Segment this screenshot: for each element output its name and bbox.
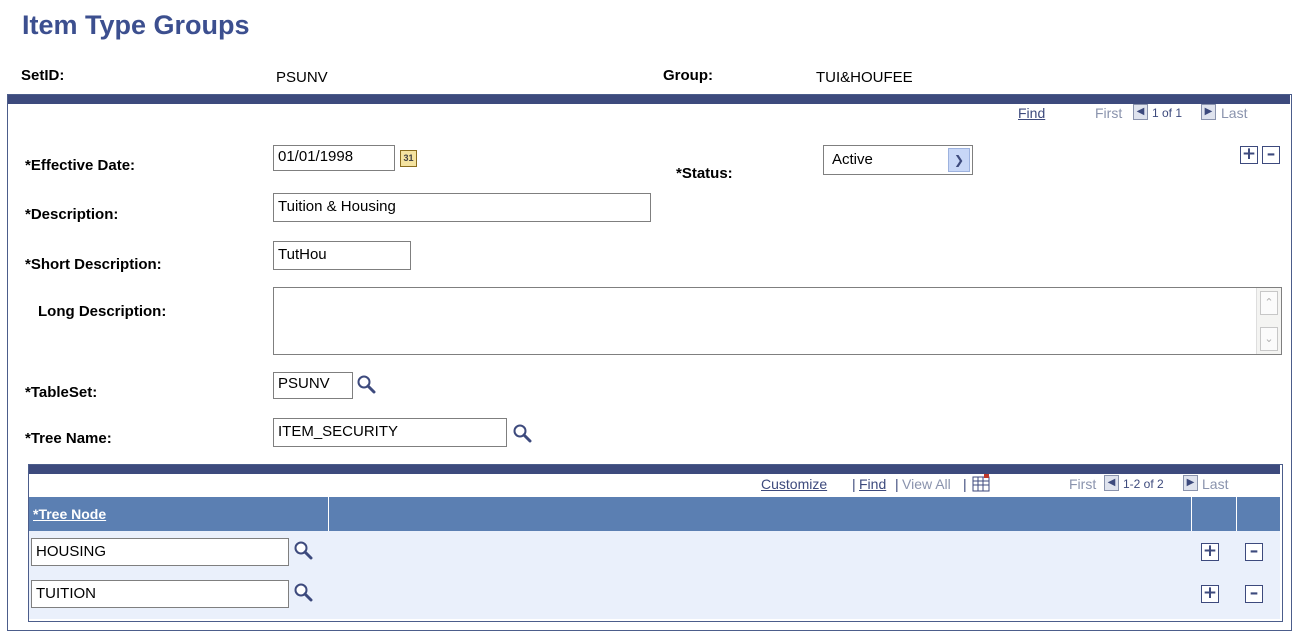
grid-column-header: *Tree Node [29,497,1280,531]
group-label: Group: [663,67,713,84]
tree-node-column-header[interactable]: *Tree Node [33,506,106,522]
grid-row-range: 1-2 of 2 [1123,477,1164,491]
tableset-label: *TableSet: [25,384,98,401]
chevron-down-icon[interactable]: ❯ [948,148,970,172]
status-selected-value: Active [832,151,873,168]
description-label: *Description: [25,206,119,223]
column-divider [328,497,329,531]
tableset-lookup-icon[interactable] [356,374,376,394]
grid-navigation-row: Customize | Find | View All | First ◀ 1-… [29,474,1280,495]
navigation-row: Find First ◀ 1 of 1 ▶ Last [8,104,1290,124]
group-value: TUI&HOUFEE [816,69,913,86]
tree-name-label: *Tree Name: [25,430,112,447]
scroll-up-icon[interactable]: ⌃ [1260,291,1278,315]
last-label: Last [1221,105,1248,121]
previous-arrow-icon[interactable]: ◀ [1133,104,1148,120]
long-description-label: Long Description: [38,303,167,320]
grid-last-label: Last [1202,476,1229,492]
separator: | [963,476,967,492]
tree-name-field[interactable]: ITEM_SECURITY [273,418,507,447]
find-link[interactable]: Find [1018,105,1045,121]
tree-node-lookup-icon[interactable] [293,582,313,602]
textarea-scrollbar[interactable]: ⌃ ⌄ [1256,288,1281,354]
tree-name-lookup-icon[interactable] [512,423,532,443]
first-label: First [1095,105,1123,121]
separator: | [895,476,899,492]
tree-node-field[interactable]: TUITION [31,580,289,608]
separator: | [852,476,856,492]
customize-link[interactable]: Customize [761,476,827,492]
navigation-bar-strip [8,95,1290,104]
grid-previous-arrow-icon[interactable]: ◀ [1104,475,1119,491]
grid-next-arrow-icon[interactable]: ▶ [1183,475,1198,491]
delete-row-button[interactable]: – [1262,146,1280,164]
view-all-link[interactable]: View All [902,476,951,492]
add-row-button[interactable]: + [1240,146,1258,164]
delete-row-button[interactable]: – [1245,543,1263,561]
tree-node-lookup-icon[interactable] [293,540,313,560]
column-divider [1236,497,1237,531]
setid-value: PSUNV [276,69,328,86]
add-row-button[interactable]: + [1201,543,1219,561]
effective-date-field[interactable]: 01/01/1998 [273,145,395,171]
page-title: Item Type Groups [22,10,250,40]
status-select[interactable]: Active ❯ [823,145,973,175]
short-description-label: *Short Description: [25,256,162,273]
status-label: *Status: [676,165,733,182]
tree-node-field[interactable]: HOUSING [31,538,289,566]
column-divider [1191,497,1192,531]
grid-download-icon[interactable] [972,474,990,492]
grid-find-link[interactable]: Find [859,476,886,492]
effective-date-label: *Effective Date: [25,157,136,174]
row-range: 1 of 1 [1152,106,1183,120]
long-description-textarea[interactable]: ⌃ ⌄ [273,287,1282,355]
tableset-field[interactable]: PSUNV [273,372,353,399]
grid-first-label: First [1069,476,1097,492]
description-field[interactable]: Tuition & Housing [273,193,651,222]
setid-label: SetID: [21,67,65,84]
calendar-icon[interactable]: 31 [400,150,417,167]
delete-row-button[interactable]: – [1245,585,1263,603]
scroll-down-icon[interactable]: ⌄ [1260,327,1278,351]
add-row-button[interactable]: + [1201,585,1219,603]
next-arrow-icon[interactable]: ▶ [1201,104,1216,120]
short-description-field[interactable]: TutHou [273,241,411,270]
